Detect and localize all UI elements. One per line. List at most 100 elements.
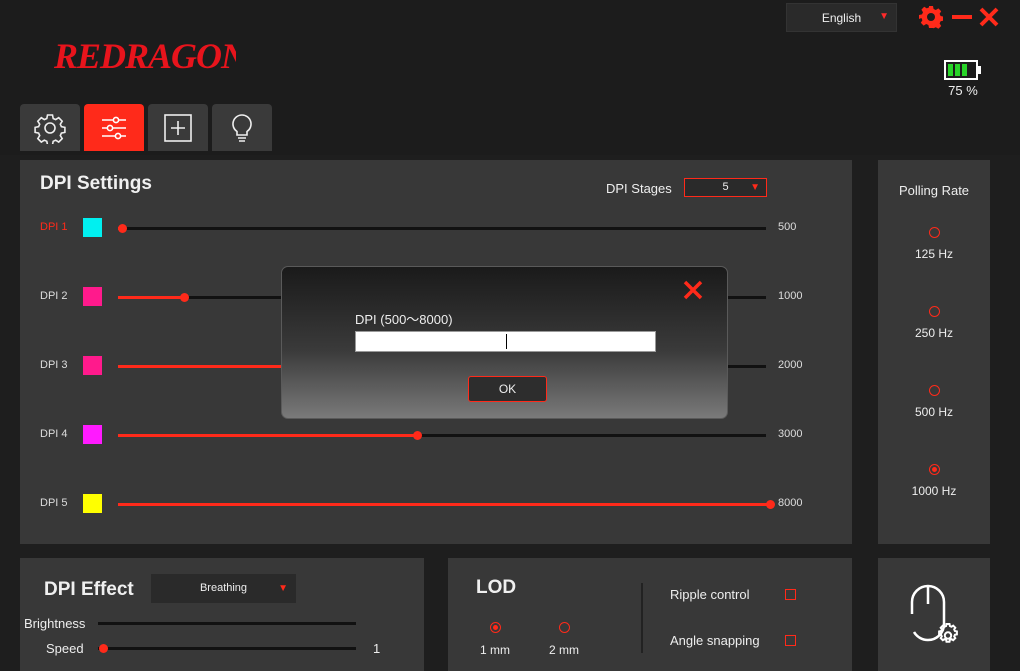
main-tabs — [20, 104, 272, 151]
dpi-slider-fill — [118, 503, 770, 506]
close-icon — [683, 280, 703, 300]
dpi-slider[interactable] — [118, 224, 766, 233]
dpi-stages-select[interactable]: 5 ▼ — [684, 178, 767, 197]
battery-percent: 75 % — [948, 83, 978, 98]
speed-label: Speed — [46, 641, 84, 656]
dialog-ok-button[interactable]: OK — [468, 376, 547, 402]
radio-button[interactable] — [489, 622, 501, 633]
battery-icon — [944, 60, 981, 80]
dialog-dpi-range-label: DPI (500～8000) — [355, 312, 453, 327]
chevron-down-icon: ▼ — [879, 11, 889, 22]
dpi-effect-panel: DPI Effect Breathing ▼ Brightness Speed … — [20, 558, 424, 671]
dpi-row: DPI 5 8000 — [20, 494, 852, 514]
tab-settings[interactable] — [20, 104, 80, 151]
dpi-color-swatch[interactable] — [83, 425, 102, 444]
polling-rate-label: 250 Hz — [914, 326, 954, 340]
dpi-stage-label[interactable]: DPI 1 — [40, 221, 68, 233]
logo-icon: REDRAGON — [53, 36, 250, 76]
dpi-row: DPI 4 3000 — [20, 425, 852, 445]
sliders-icon — [102, 116, 126, 139]
dialog-close-button[interactable] — [683, 280, 703, 300]
plus-box-icon — [164, 113, 192, 142]
dpi-value: 500 — [778, 221, 797, 233]
radio-button[interactable] — [928, 227, 940, 238]
dpi-slider-knob[interactable] — [180, 293, 189, 302]
speed-slider[interactable] — [98, 644, 356, 653]
dpi-stages-label: DPI Stages — [606, 181, 672, 196]
gear-icon — [34, 113, 66, 144]
polling-rate-label: 500 Hz — [914, 405, 954, 419]
tab-dpi[interactable] — [84, 104, 144, 151]
dpi-slider[interactable] — [118, 431, 766, 440]
radio-button[interactable] — [928, 464, 940, 475]
lod-option-label: 2 mm — [549, 643, 579, 657]
mouse-gear-icon — [910, 584, 958, 643]
close-button[interactable] — [977, 5, 1001, 29]
dpi-color-swatch[interactable] — [83, 356, 102, 375]
polling-rate-option[interactable]: 500 Hz — [878, 383, 990, 419]
dpi-value: 8000 — [778, 497, 803, 509]
polling-rate-panel: Polling Rate 125 Hz 250 Hz 500 Hz 1000 Hz — [878, 160, 990, 544]
mouse-settings-panel[interactable] — [878, 558, 990, 671]
dpi-stage-label[interactable]: DPI 2 — [40, 290, 68, 302]
ripple-control-label: Ripple control — [670, 587, 750, 602]
close-icon — [979, 7, 999, 27]
minimize-button[interactable] — [950, 5, 974, 29]
dpi-slider-knob[interactable] — [118, 224, 127, 233]
tab-macro[interactable] — [148, 104, 208, 151]
dpi-slider[interactable] — [118, 500, 775, 509]
top-bar: REDRAGON English ▼ 75 % — [0, 0, 1020, 155]
dpi-color-swatch[interactable] — [83, 494, 102, 513]
settings-button[interactable] — [919, 5, 944, 29]
polling-rate-option[interactable]: 1000 Hz — [878, 462, 990, 498]
dpi-effect-mode-select[interactable]: Breathing ▼ — [151, 574, 296, 603]
dpi-stage-label[interactable]: DPI 3 — [40, 359, 68, 371]
radio-button[interactable] — [928, 306, 940, 317]
dpi-value: 1000 — [778, 290, 803, 302]
dpi-value: 3000 — [778, 428, 803, 440]
language-select[interactable]: English ▼ — [786, 3, 897, 32]
lod-divider — [641, 583, 643, 653]
speed-slider-knob[interactable] — [99, 644, 108, 653]
dpi-slider-knob[interactable] — [413, 431, 422, 440]
gear-icon — [919, 6, 944, 29]
dpi-stage-label[interactable]: DPI 4 — [40, 428, 68, 440]
polling-rate-label: 125 Hz — [914, 247, 954, 261]
dpi-color-swatch[interactable] — [83, 218, 102, 237]
dpi-row: DPI 1 500 — [20, 218, 852, 238]
ripple-control-checkbox[interactable] — [785, 589, 796, 600]
dpi-color-swatch[interactable] — [83, 287, 102, 306]
dpi-effect-title: DPI Effect — [44, 579, 134, 600]
dpi-settings-title: DPI Settings — [40, 173, 152, 194]
polling-rate-title: Polling Rate — [898, 183, 970, 198]
battery-cell — [955, 64, 960, 76]
chevron-down-icon: ▼ — [750, 182, 760, 193]
dpi-value-input[interactable] — [355, 331, 656, 352]
polling-rate-option[interactable]: 250 Hz — [878, 304, 990, 340]
lod-panel: LOD 1 mm 2 mm Ripple control Angle snappi… — [448, 558, 852, 671]
dpi-stages-value: 5 — [722, 181, 729, 193]
text-caret — [506, 334, 507, 349]
language-value: English — [821, 10, 862, 25]
polling-rate-option[interactable]: 125 Hz — [878, 225, 990, 261]
dpi-effect-mode-value: Breathing — [199, 582, 248, 594]
radio-button[interactable] — [558, 622, 570, 633]
angle-snapping-label: Angle snapping — [670, 633, 760, 648]
lod-option[interactable]: 2 mm — [539, 620, 589, 657]
svg-text:REDRAGON: REDRAGON — [53, 36, 236, 76]
battery-cell — [948, 64, 953, 76]
redragon-logo: REDRAGON — [52, 28, 250, 78]
polling-rate-label: 1000 Hz — [911, 484, 957, 498]
dpi-stage-label[interactable]: DPI 5 — [40, 497, 68, 509]
dpi-slider-knob[interactable] — [766, 500, 775, 509]
dpi-slider-fill — [118, 296, 184, 299]
bulb-icon — [232, 113, 252, 142]
speed-value: 1 — [373, 641, 381, 656]
tab-lighting[interactable] — [212, 104, 272, 151]
minimize-icon — [952, 15, 972, 19]
brightness-slider[interactable] — [98, 622, 356, 625]
dpi-input-dialog: DPI (500～8000) OK — [281, 266, 728, 419]
radio-button[interactable] — [928, 385, 940, 396]
lod-option[interactable]: 1 mm — [470, 620, 520, 657]
angle-snapping-checkbox[interactable] — [785, 635, 796, 646]
